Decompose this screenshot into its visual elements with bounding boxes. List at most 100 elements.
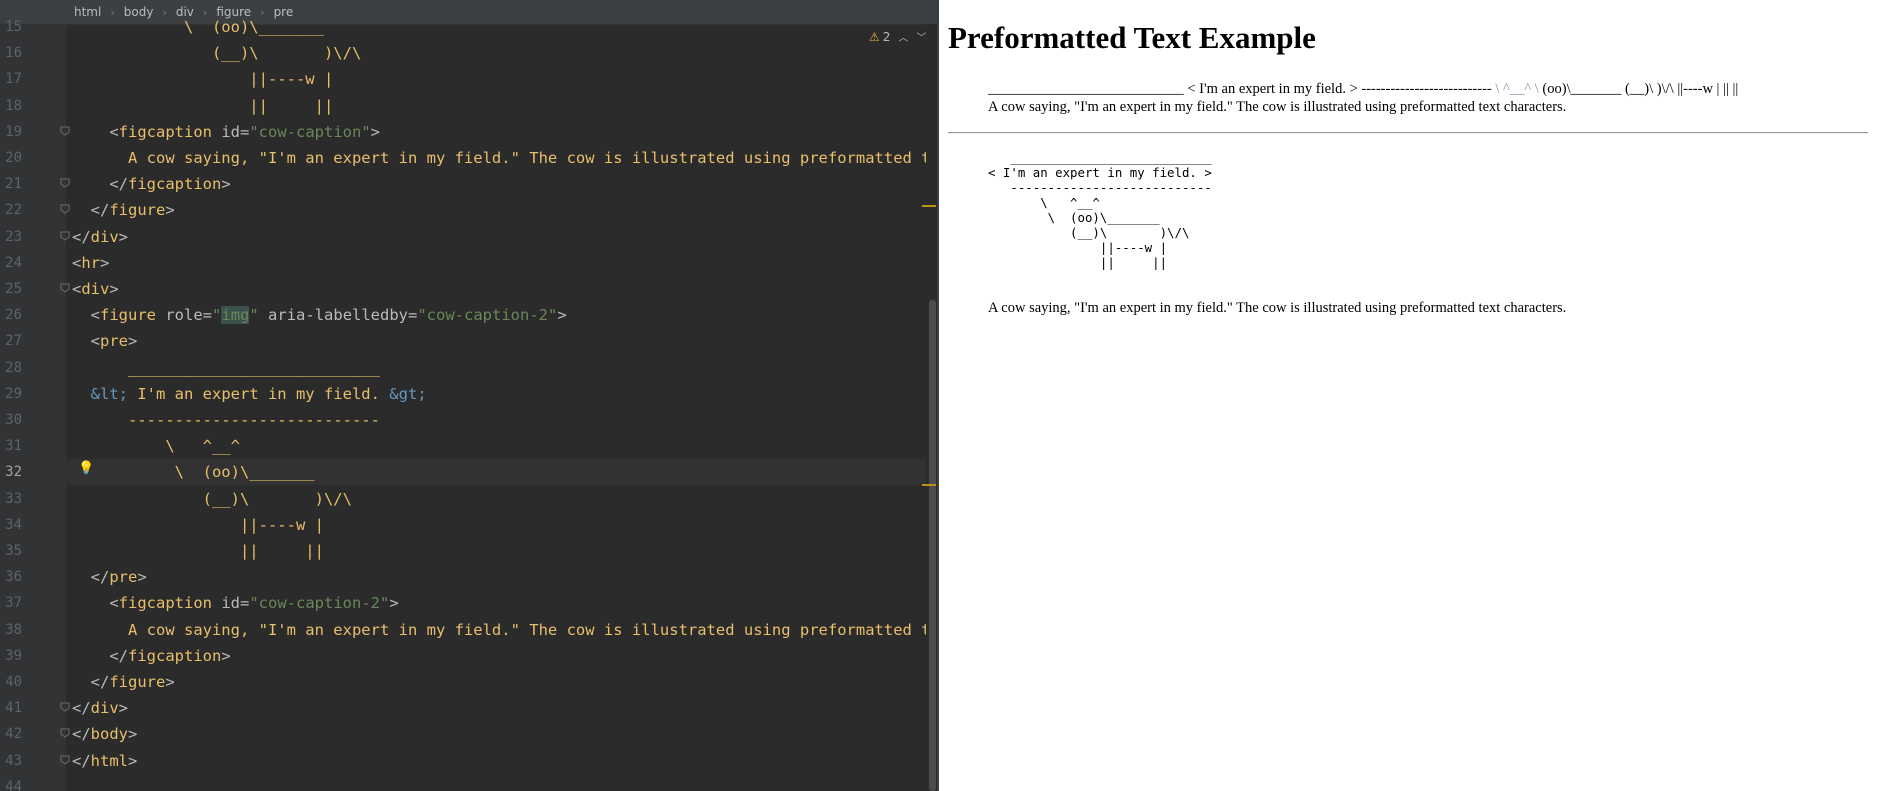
line-number: 39: [5, 647, 22, 664]
line-number: 41: [5, 700, 22, 717]
ascii-text: ___________________________ < I'm an exp…: [988, 81, 1496, 97]
code-line[interactable]: 40 </figure>: [0, 669, 937, 695]
fold-marker-icon[interactable]: [60, 702, 70, 712]
code-text: <figcaption id="cow-caption">: [109, 122, 380, 141]
code-line[interactable]: 32 💡 \ (oo)\_______: [0, 459, 937, 486]
line-number: 34: [5, 516, 22, 533]
code-text: </pre>: [90, 568, 147, 587]
code-line[interactable]: 23 </div>: [0, 224, 937, 250]
line-number: 25: [5, 281, 22, 297]
code-line[interactable]: 43 </html>: [0, 748, 937, 774]
code-line[interactable]: 37 <figcaption id="cow-caption-2">: [0, 590, 937, 616]
code-text: \ (oo)\_______: [72, 18, 324, 36]
line-number: 15: [5, 19, 22, 35]
code-text: \ (oo)\_______: [72, 463, 315, 482]
code-text: \ ^__^: [72, 437, 240, 456]
previous-highlight-icon[interactable]: ︿: [898, 33, 908, 44]
line-number: 17: [5, 71, 22, 88]
line-number: 26: [5, 307, 22, 324]
code-line[interactable]: 36 </pre>: [0, 564, 937, 590]
code-line[interactable]: 39 </figcaption>: [0, 643, 937, 669]
code-line[interactable]: 29 &lt; I'm an expert in my field. &gt;: [0, 381, 937, 407]
code-line[interactable]: 17 ||----w |: [0, 66, 937, 92]
fold-marker-icon[interactable]: [60, 231, 70, 241]
line-number: 28: [5, 359, 22, 376]
code-line[interactable]: 18 || ||: [0, 93, 937, 119]
next-highlight-icon[interactable]: ﹀: [916, 33, 926, 44]
line-number: 21: [5, 176, 22, 193]
figure-1: ___________________________ < I'm an exp…: [988, 80, 1868, 116]
code-line[interactable]: 42 </body>: [0, 721, 937, 747]
code-text: <hr>: [72, 253, 110, 272]
fold-marker-icon[interactable]: [60, 728, 70, 739]
code-line[interactable]: 31 \ ^__^: [0, 433, 937, 459]
line-number: 40: [5, 674, 22, 690]
code-line[interactable]: 33 (__)\ )\/\: [0, 486, 937, 512]
line-number: 32: [5, 464, 22, 481]
code-text: </figcaption>: [109, 646, 231, 665]
code-line[interactable]: 26 <figure role="img" aria-labelledby="c…: [0, 302, 937, 328]
code-line[interactable]: 19 <figcaption id="cow-caption">: [0, 119, 937, 145]
code-text: </figure>: [90, 673, 175, 691]
code-editor[interactable]: html › body › div › figure › pre 15 \ (oo)\_____…: [0, 0, 937, 791]
code-line[interactable]: 35 || ||: [0, 538, 937, 564]
line-number: 19: [5, 123, 22, 140]
code-line[interactable]: 44: [0, 774, 937, 791]
code-text: ||----w |: [72, 515, 324, 534]
code-text: <figure role="img" aria-labelledby="cow-…: [90, 306, 567, 325]
line-number: 16: [5, 45, 22, 62]
code-line[interactable]: 30 ---------------------------: [0, 407, 937, 433]
ascii-text-faint: \ ^__^ \: [1495, 81, 1539, 97]
scroll-marker[interactable]: [922, 484, 936, 486]
line-number: 31: [5, 438, 22, 455]
code-line[interactable]: 16 (__)\ )\/\: [0, 40, 937, 66]
code-line[interactable]: 34 ||----w |: [0, 512, 937, 538]
horizontal-rule: [948, 132, 1868, 134]
code-line[interactable]: 22 </figure>: [0, 197, 937, 223]
code-text: ||----w |: [72, 70, 334, 89]
code-line[interactable]: 25 <div>: [0, 276, 937, 302]
line-number: 43: [5, 752, 22, 769]
editor-scrollbar-thumb[interactable]: [929, 300, 936, 791]
fold-marker-icon[interactable]: [60, 755, 70, 765]
code-line[interactable]: 15 \ (oo)\_______: [0, 14, 937, 40]
code-line[interactable]: 20 A cow saying, "I'm an expert in my fi…: [0, 145, 937, 171]
code-text: (__)\ )\/\: [72, 489, 352, 508]
code-line[interactable]: 41 </div>: [0, 695, 937, 721]
code-text: </figure>: [90, 201, 175, 220]
code-text: <figcaption id="cow-caption-2">: [109, 594, 399, 613]
line-number: 38: [5, 621, 22, 638]
line-number: 23: [5, 228, 22, 245]
code-text: (__)\ )\/\: [72, 44, 362, 63]
code-line[interactable]: 27 <pre>: [0, 328, 937, 354]
line-number: 35: [5, 543, 22, 559]
line-number: 18: [5, 97, 22, 114]
line-number: 30: [5, 412, 22, 428]
figure-caption-1: A cow saying, "I'm an expert in my field…: [988, 99, 1567, 115]
fold-marker-icon[interactable]: [60, 178, 70, 188]
fold-marker-icon[interactable]: [60, 283, 70, 293]
browser-preview: Preformatted Text Example ______________…: [937, 0, 1877, 791]
scroll-marker[interactable]: [922, 205, 936, 207]
code-text: A cow saying, "I'm an expert in my field…: [72, 620, 937, 639]
page-title: Preformatted Text Example: [948, 20, 1316, 55]
line-number: 37: [5, 595, 22, 612]
inspection-widget[interactable]: ⚠ 2 ︿ ﹀: [869, 29, 926, 44]
code-line[interactable]: 21 </figcaption>: [0, 171, 937, 197]
code-line[interactable]: 38 A cow saying, "I'm an expert in my fi…: [0, 617, 937, 643]
line-number: 20: [5, 150, 22, 166]
line-number: 33: [5, 490, 22, 507]
code-line[interactable]: 28 ___________________________: [0, 355, 937, 381]
code-text: ___________________________: [72, 358, 380, 377]
fold-marker-icon[interactable]: [60, 126, 70, 136]
fold-marker-icon[interactable]: [60, 204, 70, 215]
code-text: <div>: [72, 280, 119, 298]
line-number: 27: [5, 333, 22, 350]
warning-count: 2: [882, 30, 891, 44]
line-number: 22: [5, 202, 22, 219]
collapsed-ascii-art: ___________________________ < I'm an exp…: [988, 80, 1868, 98]
code-line[interactable]: 24 <hr>: [0, 250, 937, 276]
warning-icon: ⚠: [869, 30, 880, 44]
code-text: ---------------------------: [72, 411, 380, 429]
code-text: </div>: [72, 699, 129, 718]
